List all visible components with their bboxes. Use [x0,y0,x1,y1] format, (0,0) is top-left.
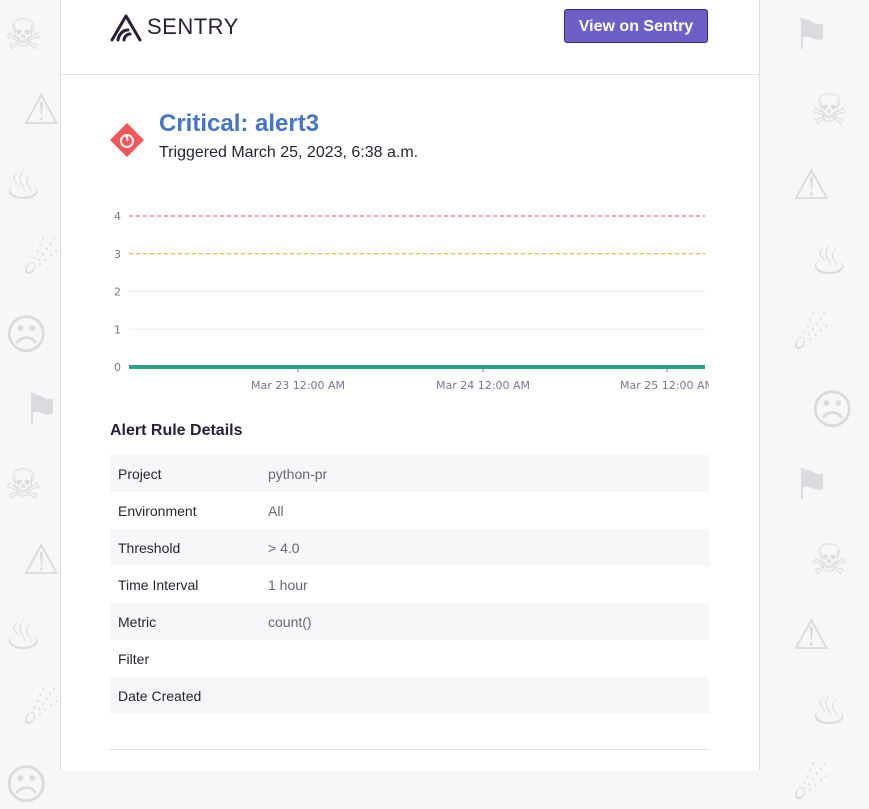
details-value [268,677,710,714]
details-label: Project [110,455,268,492]
details-value: > 4.0 [268,529,710,566]
background-doodle-icon: ☠ [4,461,43,508]
details-row: Date Created [110,677,710,714]
details-row: Threshold > 4.0 [110,529,710,566]
details-value: count() [268,603,710,640]
details-value: 1 hour [268,576,308,593]
background-doodle-icon: ☄ [22,686,61,733]
brand-name: SENTRY [147,14,239,39]
background-doodle-icon: ⚑ [22,386,61,433]
details-row: Time Interval 1 hour [110,566,710,603]
background-doodle-icon: ☄ [792,761,831,808]
fire-icon [110,123,144,157]
alert-title[interactable]: Critical: alert3 [159,110,319,138]
y-tick-label: 1 [114,323,121,336]
sentry-logo-icon [110,14,142,42]
background-doodle-icon: ☄ [792,311,831,358]
details-row: Project python-pr [110,455,710,492]
details-title: Alert Rule Details [110,422,243,439]
details-value: All [268,502,284,519]
details-row: Environment All [110,492,710,529]
alert-triggered-time: Triggered March 25, 2023, 6:38 a.m. [159,144,419,161]
background-doodle-icon: ♨ [4,161,43,208]
details-row: Metric count() [110,603,710,640]
email-card: SENTRY View on Sentry Critical: alert3 T… [60,0,760,770]
divider [110,749,710,750]
background-doodle-icon: ⚑ [792,461,831,508]
y-tick-label: 4 [114,210,121,223]
background-doodle-icon: ☠ [4,11,43,58]
details-label: Metric [110,603,268,640]
x-tick-label: Mar 25 12:00 AM [620,379,709,392]
view-on-sentry-button[interactable]: View on Sentry [564,9,708,43]
background-doodle-icon: ♨ [810,686,849,733]
details-value [268,640,710,677]
background-doodle-icon: ⚑ [792,11,831,58]
y-tick-label: 3 [114,248,121,261]
email-header: SENTRY View on Sentry [61,0,759,75]
background-doodle-icon: ☠ [810,86,849,133]
details-value: python-pr [268,455,710,492]
alert-rule-details-table: Project python-pr Environment All Threshold >… [110,455,710,714]
x-tick-label: Mar 23 12:00 AM [251,379,345,392]
alert-chart: 0 1 2 3 4 Mar 23 12:00 AM Mar 24 12:00 AM Mar 2… [114,210,709,392]
details-label: Environment [118,502,197,519]
y-tick-label: 0 [114,361,121,374]
details-label: Filter [118,650,150,667]
details-row: Filter [110,640,710,677]
details-label: Time Interval [118,576,199,593]
background-doodle-icon: ☄ [22,236,61,283]
y-tick-label: 2 [114,286,121,299]
background-doodle-icon: ⚠ [792,161,831,208]
details-label: Date Created [110,677,268,714]
details-label: Threshold [110,529,268,566]
background-doodle-icon: ⚠ [22,536,61,583]
background-doodle-icon: ♨ [810,236,849,283]
background-doodle-icon: ♨ [4,611,43,658]
background-doodle-icon: ☹ [810,386,855,433]
sentry-logo[interactable]: SENTRY [110,12,239,42]
background-doodle-icon: ⚠ [22,86,61,133]
background-doodle-icon: ☠ [810,536,849,583]
background-doodle-icon: ☹ [4,311,49,358]
background-doodle-icon: ☹ [4,761,49,808]
x-tick-label: Mar 24 12:00 AM [436,379,530,392]
background-doodle-icon: ⚠ [792,611,831,658]
